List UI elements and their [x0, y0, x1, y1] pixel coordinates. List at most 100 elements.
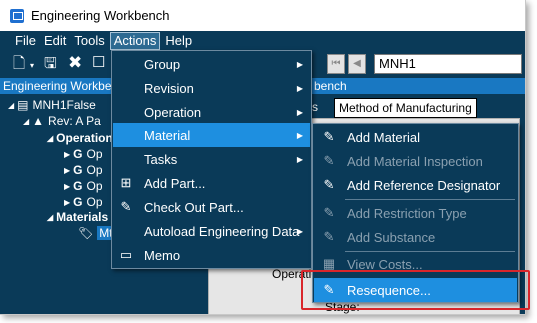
tree-revision[interactable]: ◢ ▲ Rev: A Pa: [23, 113, 101, 129]
menu-item-revision[interactable]: Revision ▶: [113, 76, 310, 100]
first-record-icon[interactable]: ⏮: [327, 54, 345, 74]
tree-op-label: Op: [86, 195, 103, 209]
menu-item-memo[interactable]: ▭ Memo: [113, 243, 310, 267]
tag-icon: 🏷: [78, 226, 94, 240]
menu-item-add-reference-designator[interactable]: ✎ Add Reference Designator: [314, 173, 517, 197]
new-dropdown-chevron-icon[interactable]: ▾: [30, 58, 34, 73]
engineering-workbench-window: Engineering Workbench File Edit Tools Ac…: [0, 0, 526, 315]
add-part-icon: ⊞: [120, 175, 132, 190]
menu-item-label: Revision: [144, 80, 194, 96]
tree-op-label: Op: [86, 179, 103, 193]
menu-item-resequence[interactable]: ✎ Resequence...: [314, 278, 517, 302]
expand-icon[interactable]: ▶: [64, 198, 70, 207]
actions-menu: Group ▶ Revision ▶ Operation ▶ Material …: [111, 50, 312, 269]
revision-icon: ▲: [32, 114, 45, 128]
resequence-icon: ✎: [323, 282, 335, 297]
expand-icon[interactable]: ▶: [64, 182, 70, 191]
collapse-icon[interactable]: ◢: [47, 213, 53, 222]
menu-item-material[interactable]: Material ▶: [113, 123, 310, 147]
submenu-arrow-icon: ▶: [296, 226, 303, 236]
collapse-icon[interactable]: ◢: [23, 117, 29, 126]
memo-icon: ▭: [119, 247, 133, 262]
operation-icon: G: [73, 179, 83, 193]
menu-item-add-part[interactable]: ⊞ Add Part...: [113, 171, 310, 195]
add-icon: ✎: [323, 177, 335, 192]
menu-item-label: Tasks: [144, 151, 178, 167]
menu-item-label: View Costs...: [347, 256, 423, 272]
tree-op-item[interactable]: ▶ G Op: [64, 146, 103, 162]
record-input[interactable]: MNH1: [374, 54, 522, 74]
menu-item-label: Operation: [144, 104, 202, 120]
collapse-icon[interactable]: ◢: [47, 134, 53, 143]
tree-op-item[interactable]: ▶ G Op: [64, 162, 103, 178]
add-icon: ✎: [323, 229, 335, 244]
operation-icon: G: [73, 195, 83, 209]
menu-item-tasks[interactable]: Tasks ▶: [113, 147, 310, 171]
menu-item-label: Add Substance: [347, 229, 436, 245]
menu-help[interactable]: Help: [162, 32, 195, 50]
app-icon: [10, 8, 24, 23]
toolbar-box-icon[interactable]: ☐: [92, 55, 105, 70]
menu-actions[interactable]: Actions: [109, 31, 161, 50]
menu-item-add-restriction-type[interactable]: ✎ Add Restriction Type: [314, 201, 517, 225]
add-icon: ✎: [323, 205, 335, 220]
delete-icon[interactable]: ✖: [68, 54, 82, 71]
tree-materials[interactable]: ◢ Materials: [47, 209, 108, 225]
menu-item-group[interactable]: Group ▶: [113, 52, 310, 76]
collapse-icon[interactable]: ◢: [8, 101, 14, 110]
tree-operations[interactable]: ◢ Operation: [47, 130, 113, 146]
tree-materials-label: Materials: [56, 210, 109, 224]
tree-root-label: MNH1False: [32, 98, 96, 112]
menu-item-label: Check Out Part...: [144, 199, 244, 215]
new-document-icon[interactable]: 🗋: [13, 56, 25, 71]
previous-record-icon[interactable]: ◀: [348, 54, 366, 74]
submenu-arrow-icon: ▶: [296, 154, 303, 164]
menu-item-label: Resequence...: [347, 282, 431, 298]
menu-item-label: Add Material: [347, 129, 420, 145]
material-submenu: ✎ Add Material ✎ Add Material Inspection…: [312, 123, 519, 303]
tab-method-of-manufacturing[interactable]: Method of Manufacturing: [334, 98, 477, 118]
menu-edit[interactable]: Edit: [41, 32, 69, 50]
submenu-arrow-icon: ▶: [296, 130, 303, 140]
expand-icon[interactable]: ▶: [64, 166, 70, 175]
menu-item-label: Add Reference Designator: [347, 177, 501, 193]
operation-icon: G: [73, 147, 83, 161]
view-costs-icon: ▦: [322, 256, 336, 271]
menu-item-autoload-engineering-data[interactable]: Autoload Engineering Data ▶: [113, 219, 310, 243]
strip-title-right: bench: [314, 79, 347, 93]
menu-file[interactable]: File: [12, 32, 39, 50]
tree-op-item[interactable]: ▶ G Op: [64, 178, 103, 194]
title-bar: Engineering Workbench: [0, 0, 525, 31]
menu-item-label: Autoload Engineering Data: [144, 223, 300, 239]
menu-bar: File Edit Tools Actions Help: [0, 31, 525, 50]
menu-item-label: Memo: [144, 247, 181, 263]
window-title: Engineering Workbench: [31, 8, 170, 23]
expand-icon[interactable]: ▶: [64, 150, 70, 159]
tree-material-item[interactable]: 🏷 Mt: [78, 225, 115, 241]
menu-item-label: Material: [144, 127, 191, 143]
menu-tools[interactable]: Tools: [71, 32, 107, 50]
submenu-arrow-icon: ▶: [296, 59, 303, 69]
save-icon[interactable]: 🖫: [44, 56, 57, 71]
submenu-arrow-icon: ▶: [296, 83, 303, 93]
tree-revision-label: Rev: A Pa: [48, 114, 101, 128]
menu-item-label: Add Material Inspection: [347, 153, 483, 169]
menu-item-view-costs[interactable]: ▦ View Costs...: [314, 252, 517, 276]
menu-item-operation[interactable]: Operation ▶: [113, 100, 310, 124]
menu-item-add-material[interactable]: ✎ Add Material: [314, 125, 517, 149]
menu-item-label: Add Restriction Type: [347, 205, 467, 221]
menu-item-add-material-inspection[interactable]: ✎ Add Material Inspection: [314, 149, 517, 173]
tree-root[interactable]: ◢ ▤ MNH1False: [8, 97, 96, 113]
tree-operations-label: Operation: [56, 131, 113, 145]
menu-item-label: Group: [144, 56, 181, 72]
add-icon: ✎: [323, 153, 335, 168]
submenu-arrow-icon: ▶: [296, 107, 303, 117]
add-icon: ✎: [323, 129, 335, 144]
tree-op-label: Op: [86, 147, 103, 161]
part-icon: ▤: [17, 98, 29, 112]
operation-icon: G: [73, 163, 83, 177]
tree-op-item[interactable]: ▶ G Op: [64, 194, 103, 210]
menu-item-check-out-part[interactable]: ✎ Check Out Part...: [113, 195, 310, 219]
menu-item-add-substance[interactable]: ✎ Add Substance: [314, 225, 517, 249]
tree-op-label: Op: [86, 163, 103, 177]
